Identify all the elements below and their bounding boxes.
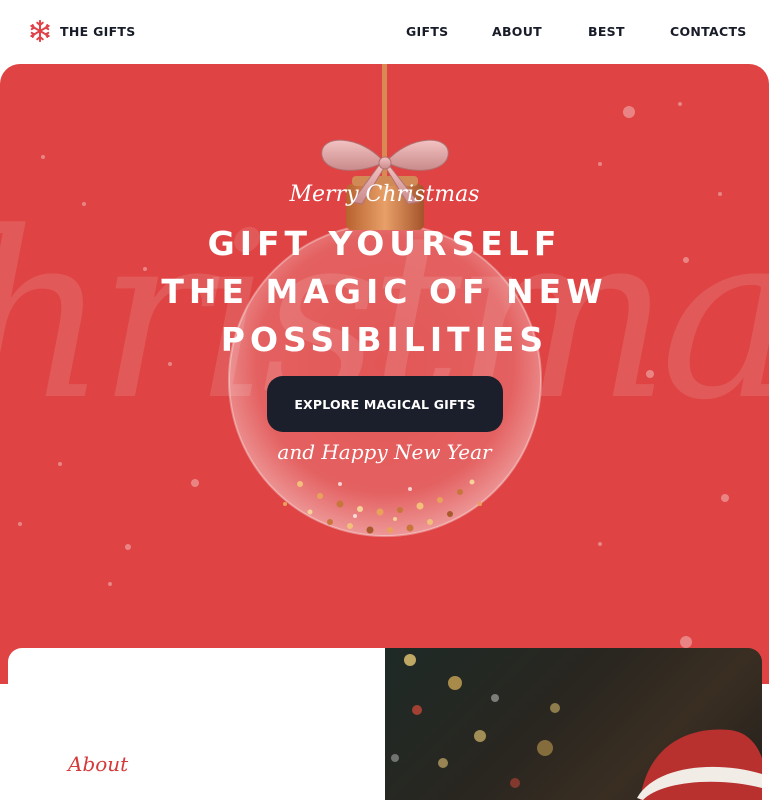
hero-headline-line-2: THE MAGIC OF NEW [161,272,608,311]
hero-section: hristma [0,64,769,684]
christmas-ornament-illustration [18,64,729,648]
nav-item-about[interactable]: ABOUT [492,24,542,39]
explore-gifts-button[interactable]: EXPLORE MAGICAL GIFTS [267,376,503,432]
brand-name: THE GIFTS [60,23,136,39]
merry-christmas-script: Merry Christmas [289,182,480,207]
logo[interactable]: THE GIFTS [29,19,136,43]
santa-photo [385,648,762,800]
santa-photo-illustration [391,654,762,800]
hero-headline-line-1: GIFT YOURSELF [207,224,562,263]
about-card: About [8,648,385,800]
nav-item-contacts[interactable]: CONTACTS [670,24,747,39]
snowflake-icon [30,19,50,43]
nav-item-best[interactable]: BEST [588,24,625,39]
about-title: About [68,752,129,776]
site-header: THE GIFTS GIFTS ABOUT BEST CONTACTS [0,0,769,64]
happy-new-year-script: and Happy New Year [277,440,492,464]
nav-item-gifts[interactable]: GIFTS [406,24,448,39]
hero-headline-line-3: POSSIBILITIES [220,320,549,359]
